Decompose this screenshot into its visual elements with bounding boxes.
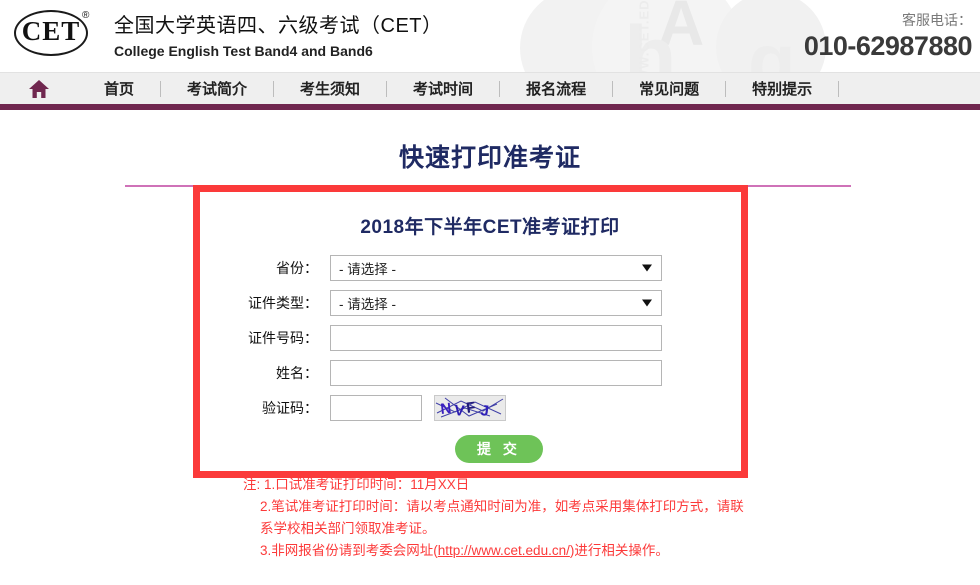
title-divider: [125, 185, 851, 187]
captcha-image[interactable]: N V F J: [434, 395, 506, 421]
main-navigation: 首页 考试简介 考生须知 考试时间 报名流程 常见问题 特别提示: [0, 72, 980, 110]
cet-website-link[interactable]: http://www.cet.edu.cn/: [438, 543, 570, 558]
nav-item-registration-process[interactable]: 报名流程: [500, 78, 612, 99]
form-row-name: 姓名：: [0, 360, 980, 386]
watermark-letter-g: g: [748, 17, 796, 72]
province-label: 省份：: [276, 260, 318, 276]
form-row-captcha: 验证码： N V F J: [0, 395, 980, 421]
nav-item-special-tips[interactable]: 特别提示: [726, 78, 838, 99]
watermark-side-text: WWW.CET.EDU.CN: [636, 0, 652, 72]
id-type-label: 证件类型：: [248, 295, 318, 311]
svg-text:N: N: [440, 400, 453, 418]
site-title-cn: 全国大学英语四、六级考试（CET）: [114, 15, 443, 37]
captcha-input[interactable]: [330, 395, 422, 421]
site-title-block: 全国大学英语四、六级考试（CET） College English Test B…: [114, 8, 443, 61]
notes-block: 注: 1.口试准考证打印时间：11月XX日 2.笔试准考证打印时间：请以考点通知…: [243, 474, 863, 562]
note-line-2: 2.笔试准考证打印时间：请以考点通知时间为准，如考点采用集体打印方式，请联: [260, 499, 744, 514]
watermark-letter-a: A: [658, 0, 705, 59]
nav-item-home[interactable]: 首页: [78, 78, 160, 99]
note-line-4-prefix: 3.非网报省份请到考委会网址(: [260, 543, 438, 558]
site-title-en: College English Test Band4 and Band6: [114, 43, 373, 59]
id-type-select[interactable]: - 请选择 -: [330, 290, 662, 316]
print-admission-form: 2018年下半年CET准考证打印 省份： - 请选择 - 证件类型： - 请选择…: [0, 212, 980, 463]
page-title: 快速打印准考证: [398, 144, 581, 172]
home-icon[interactable]: [28, 79, 50, 99]
service-phone-label: 客服电话：: [902, 12, 972, 28]
watermark-letter-h: h: [624, 9, 677, 72]
watermark-circle: [520, 0, 640, 72]
submit-button[interactable]: 提 交: [455, 435, 543, 463]
service-phone-number: 010-62987880: [803, 31, 973, 61]
form-heading: 2018年下半年CET准考证打印: [360, 217, 620, 238]
cet-logo-icon: CET ®: [14, 10, 98, 60]
note-line-1: 注: 1.口试准考证打印时间：11月XX日: [243, 477, 470, 492]
captcha-image-svg: N V F J: [435, 396, 505, 420]
id-type-select-value: - 请选择 -: [339, 297, 396, 312]
watermark-circle: [592, 0, 742, 72]
form-row-id-type: 证件类型： - 请选择 -: [0, 290, 980, 316]
name-input[interactable]: [330, 360, 662, 386]
note-line-4: 3.非网报省份请到考委会网址(http://www.cet.edu.cn/)进行…: [243, 540, 863, 562]
province-select-value: - 请选择 -: [339, 262, 396, 277]
note-line-3: 系学校相关部门领取准考证。: [260, 521, 436, 536]
form-row-id-number: 证件号码：: [0, 325, 980, 351]
id-number-input[interactable]: [330, 325, 662, 351]
nav-item-faq[interactable]: 常见问题: [613, 78, 725, 99]
nav-separator: [838, 80, 840, 97]
logo-text: CET: [21, 16, 81, 46]
service-phone-block: 客服电话： 010-62987880: [803, 10, 973, 62]
header-watermark: A h g WWW.CET.EDU.CN: [520, 0, 840, 72]
nav-item-exam-intro[interactable]: 考试简介: [161, 78, 273, 99]
nav-item-candidate-notice[interactable]: 考生须知: [274, 78, 386, 99]
province-select[interactable]: - 请选择 -: [330, 255, 662, 281]
site-logo[interactable]: CET ® 全国大学英语四、六级考试（CET） College English …: [14, 8, 443, 61]
chevron-down-icon: [642, 264, 652, 272]
form-row-province: 省份： - 请选择 -: [0, 255, 980, 281]
captcha-label: 验证码：: [262, 400, 318, 416]
site-header: A h g WWW.CET.EDU.CN CET ® 全国大学英语四、六级考试（…: [0, 0, 980, 72]
nav-item-exam-time[interactable]: 考试时间: [387, 78, 499, 99]
name-label: 姓名：: [276, 365, 318, 381]
note-line-4-suffix: )进行相关操作。: [569, 543, 669, 558]
id-number-label: 证件号码：: [248, 330, 318, 346]
submit-row: 提 交: [0, 435, 980, 463]
chevron-down-icon: [642, 299, 652, 307]
registered-trademark-icon: ®: [82, 10, 90, 21]
svg-text:V: V: [454, 402, 465, 420]
